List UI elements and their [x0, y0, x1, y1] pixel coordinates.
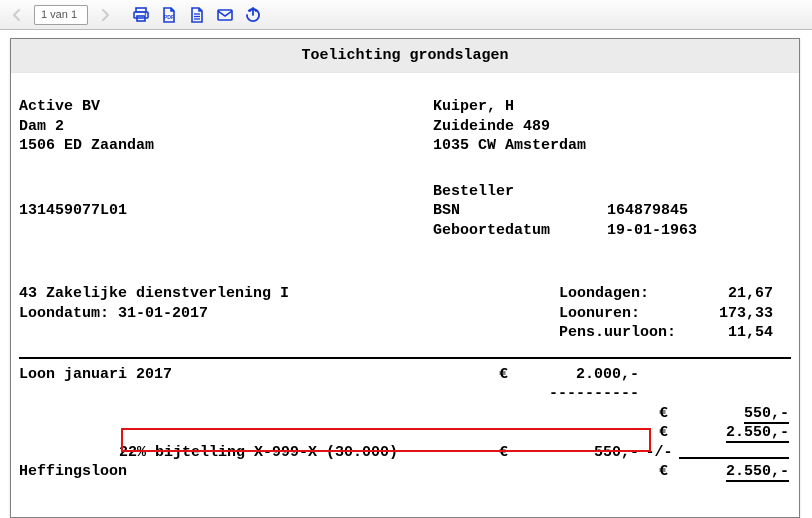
- prev-page-button: [4, 3, 30, 27]
- dob-label: Geboortedatum: [433, 221, 607, 241]
- company-city: 1506 ED Zaandam: [19, 136, 433, 156]
- pdf-button[interactable]: PDF: [156, 3, 182, 27]
- loonuren-label: Loonuren:: [559, 304, 693, 324]
- loondagen-value: 21,67: [693, 284, 773, 304]
- divider: [19, 357, 791, 359]
- loondatum-label: Loondatum:: [19, 305, 109, 322]
- loondatum-value: 31-01-2017: [118, 305, 208, 322]
- loonuren-value: 173,33: [693, 304, 773, 324]
- dob-value: 19-01-1963: [607, 221, 697, 241]
- company-street: Dam 2: [19, 117, 433, 137]
- bijtelling-currency: €: [499, 443, 519, 463]
- person-city: 1035 CW Amsterdam: [433, 136, 791, 156]
- bsn-label: BSN: [433, 201, 607, 221]
- heffingsloon-currency: €: [659, 462, 679, 482]
- page-indicator[interactable]: 1 van 1: [34, 5, 88, 25]
- heffingsloon-label: Heffingsloon: [19, 462, 499, 482]
- svg-text:PDF: PDF: [164, 15, 174, 21]
- bijtelling-value: 550,-: [519, 443, 639, 463]
- toolbar: 1 van 1 PDF: [0, 0, 812, 30]
- person-name: Kuiper, H: [433, 97, 791, 117]
- company-code: 131459077L01: [19, 201, 433, 221]
- pens-value: 11,54: [693, 323, 773, 343]
- loondagen-label: Loondagen:: [559, 284, 693, 304]
- document-title: Toelichting grondslagen: [11, 39, 799, 73]
- share-button[interactable]: [240, 3, 266, 27]
- loon-value: 2.000,-: [519, 365, 639, 385]
- r1-currency: €: [659, 404, 679, 424]
- company-name: Active BV: [19, 97, 433, 117]
- document-content: Active BV Dam 2 1506 ED Zaandam Kuiper, …: [11, 73, 799, 482]
- person-street: Zuideinde 489: [433, 117, 791, 137]
- next-page-button: [92, 3, 118, 27]
- loon-underline: ----------: [519, 384, 639, 404]
- document-button[interactable]: [184, 3, 210, 27]
- r2-value: 2.550,-: [726, 424, 789, 443]
- person-role: Besteller: [433, 182, 791, 202]
- pens-label: Pens.uurloon:: [559, 323, 693, 343]
- document-viewer: Toelichting grondslagen Active BV Dam 2 …: [0, 30, 812, 517]
- loon-currency: €: [499, 365, 519, 385]
- bijtelling-sep: -/-: [639, 443, 679, 463]
- loon-label: Loon januari 2017: [19, 365, 499, 385]
- mail-button[interactable]: [212, 3, 238, 27]
- print-button[interactable]: [128, 3, 154, 27]
- bijtelling-label: 22% bijtelling X-999-X (30.000): [19, 443, 499, 463]
- heffingsloon-value: 2.550,-: [726, 463, 789, 482]
- sector-line: 43 Zakelijke dienstverlening I: [19, 284, 559, 304]
- bsn-value: 164879845: [607, 201, 688, 221]
- document-page: Toelichting grondslagen Active BV Dam 2 …: [10, 38, 800, 518]
- r1-value: 550,-: [744, 405, 789, 424]
- r2-currency: €: [659, 423, 679, 443]
